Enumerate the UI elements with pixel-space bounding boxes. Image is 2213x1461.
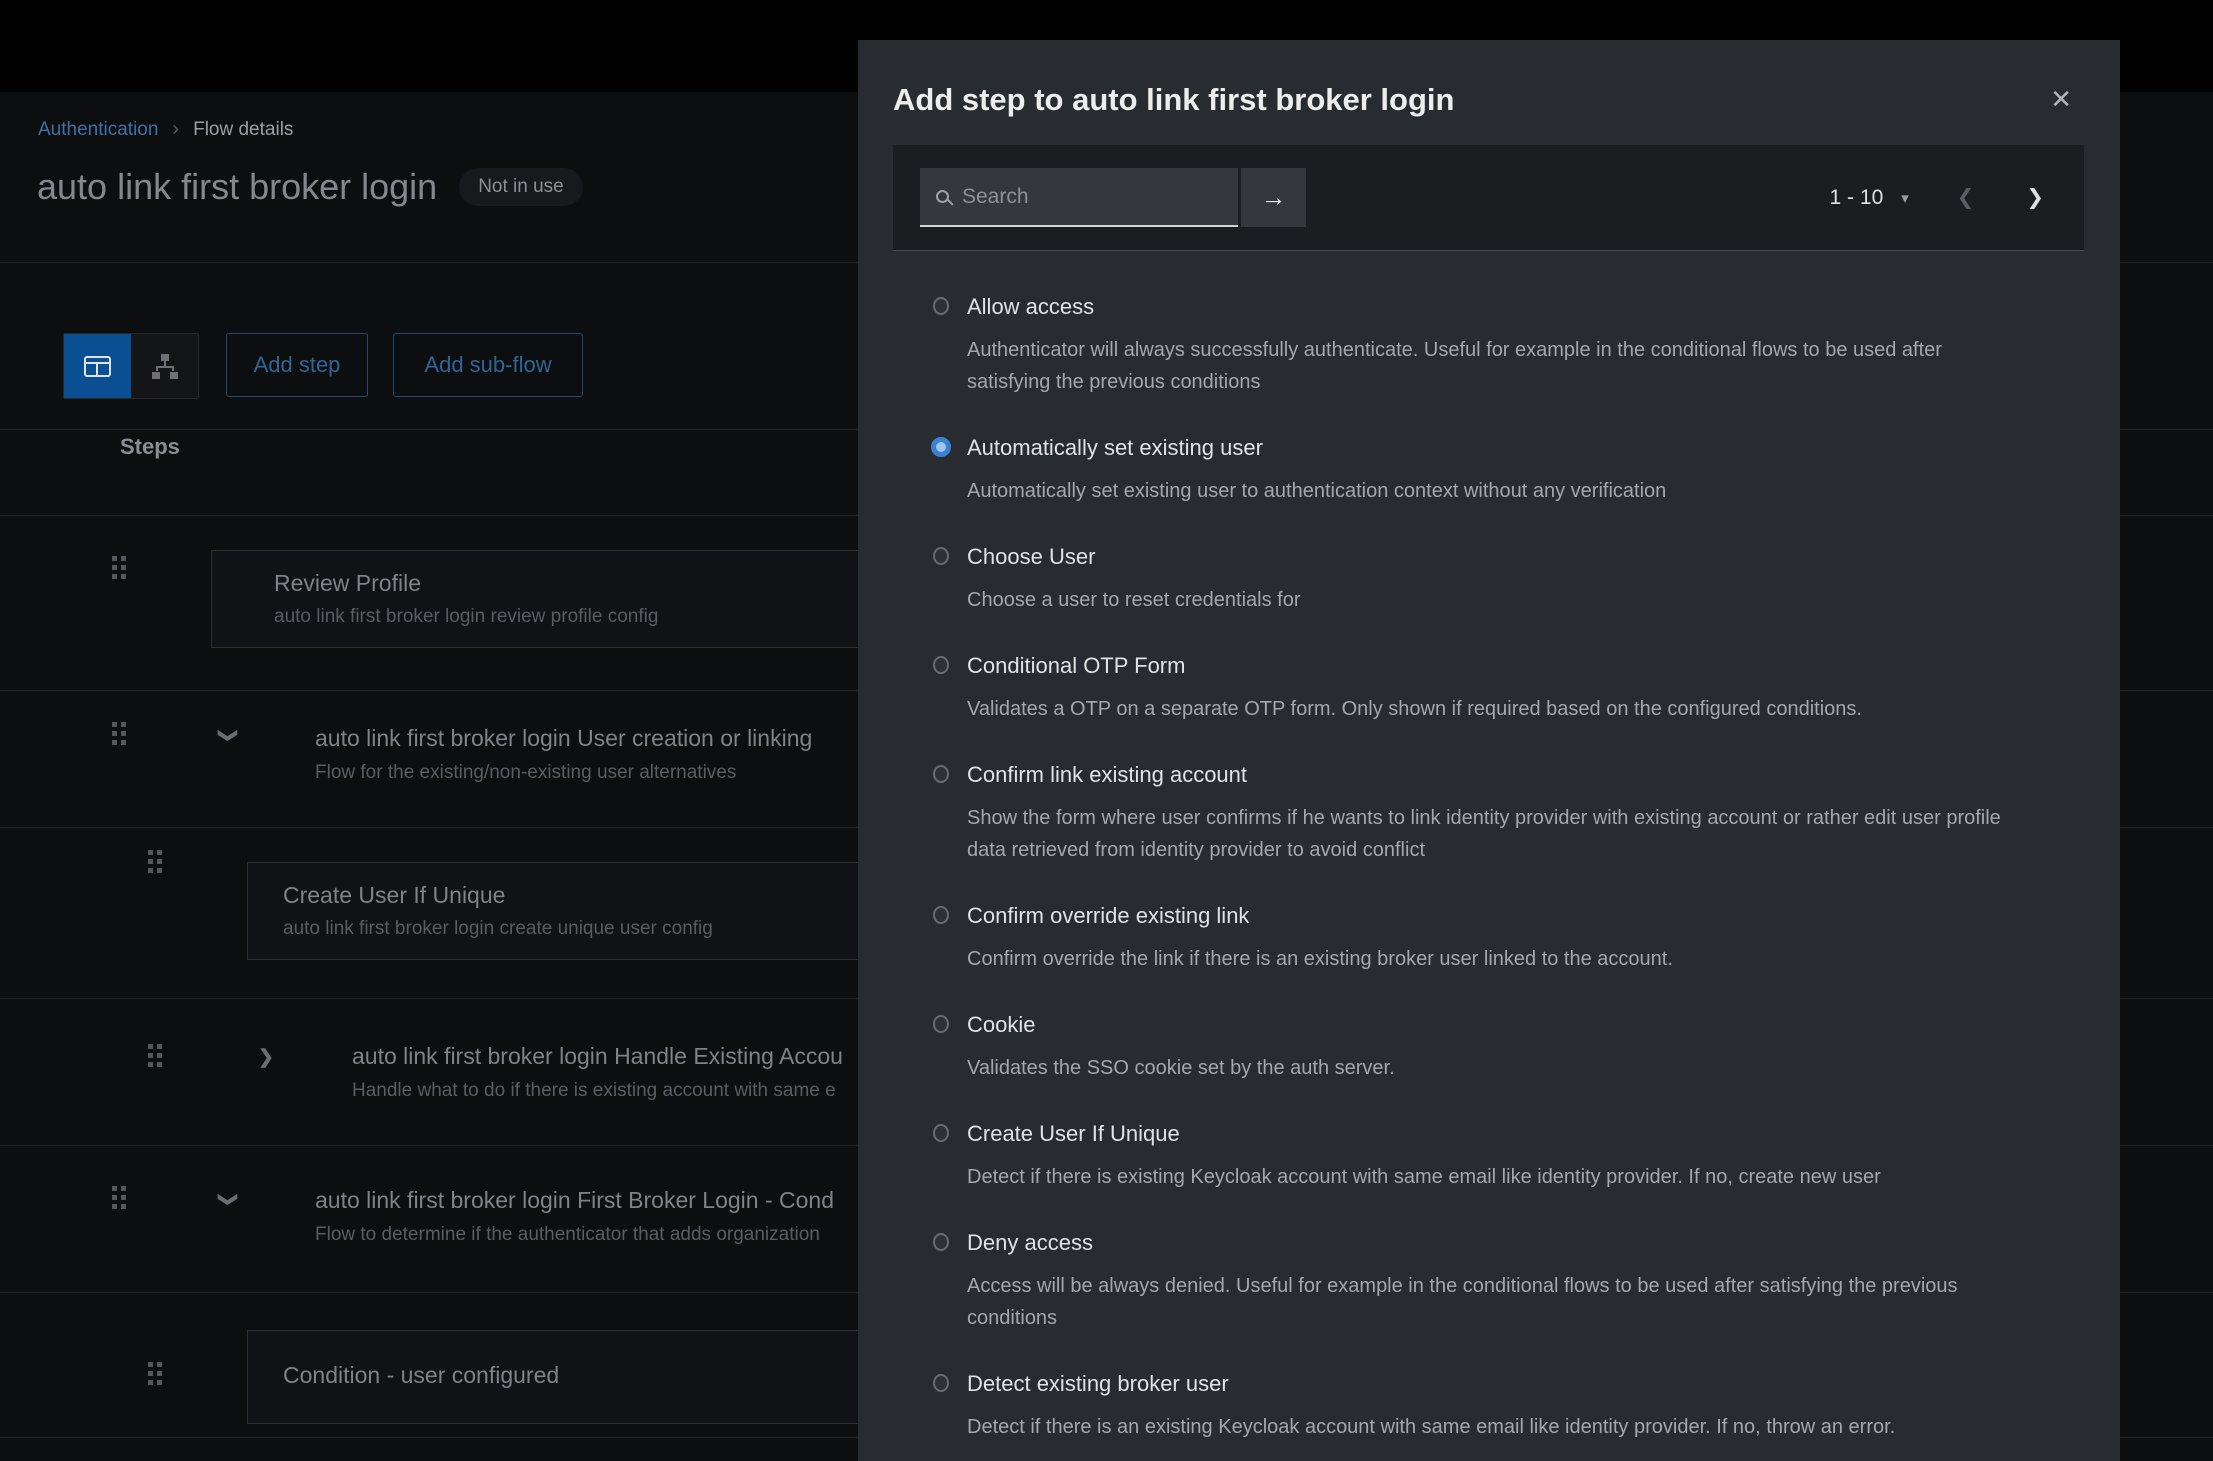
steps-column-header: Steps [120, 434, 180, 460]
radio[interactable] [931, 437, 951, 457]
subflow-title: auto link first broker login First Broke… [315, 1186, 834, 1214]
drag-handle-icon[interactable] [148, 850, 162, 873]
option-cookie[interactable]: Cookie Validates the SSO cookie set by t… [894, 1010, 2084, 1084]
radio[interactable] [933, 1015, 949, 1033]
option-description: Automatically set existing user to authe… [967, 475, 2022, 507]
radio[interactable] [933, 906, 949, 924]
subflow-subtitle: Flow to determine if the authenticator t… [315, 1224, 834, 1246]
page-title-row: auto link first broker login Not in use [37, 166, 583, 208]
table-view-icon [84, 356, 111, 377]
option-description: Validates the SSO cookie set by the auth… [967, 1052, 2022, 1084]
option-label[interactable]: Cookie [967, 1010, 2084, 1040]
subflow-row-user-creation[interactable]: auto link first broker login User creati… [315, 724, 812, 784]
option-create-user-if-unique[interactable]: Create User If Unique Detect if there is… [894, 1119, 2084, 1193]
option-label[interactable]: Deny access [967, 1228, 2084, 1258]
radio[interactable] [933, 297, 949, 315]
chevron-right-icon[interactable]: ❯ [258, 1046, 274, 1069]
page-title: auto link first broker login [37, 166, 437, 208]
option-description: Access will be always denied. Useful for… [967, 1270, 2022, 1334]
search-group: → [920, 168, 1306, 227]
caret-down-icon[interactable]: ▾ [1901, 189, 1909, 207]
modal-toolbar: → 1 - 10 ▾ ❮ ❯ [893, 145, 2084, 251]
option-description: Validates a OTP on a separate OTP form. … [967, 693, 2022, 725]
add-subflow-button[interactable]: Add sub-flow [393, 333, 583, 397]
radio[interactable] [933, 656, 949, 674]
option-label[interactable]: Create User If Unique [967, 1119, 2084, 1149]
option-description: Detect if there is an existing Keycloak … [967, 1411, 2022, 1443]
drag-handle-icon[interactable] [112, 1186, 126, 1209]
option-confirm-override-existing-link[interactable]: Confirm override existing link Confirm o… [894, 901, 2084, 975]
breadcrumb-separator-icon: › [172, 118, 179, 141]
drag-handle-icon[interactable] [112, 556, 126, 579]
radio[interactable] [933, 547, 949, 565]
chevron-down-icon[interactable]: ❯ [216, 728, 239, 744]
option-description: Show the form where user confirms if he … [967, 802, 2022, 866]
option-deny-access[interactable]: Deny access Access will be always denied… [894, 1228, 2084, 1334]
option-description: Confirm override the link if there is an… [967, 943, 2022, 975]
chevron-down-icon[interactable]: ❯ [216, 1192, 239, 1208]
radio[interactable] [933, 1124, 949, 1142]
option-label[interactable]: Confirm link existing account [967, 760, 2084, 790]
option-description: Choose a user to reset credentials for [967, 584, 2022, 616]
breadcrumb-authentication-link[interactable]: Authentication [38, 119, 158, 141]
option-choose-user[interactable]: Choose User Choose a user to reset crede… [894, 542, 2084, 616]
option-label[interactable]: Detect existing broker user [967, 1369, 2084, 1399]
chevron-left-icon[interactable]: ❮ [1957, 185, 1975, 210]
subflow-title: auto link first broker login Handle Exis… [352, 1042, 843, 1070]
radio[interactable] [933, 765, 949, 783]
table-view-toggle[interactable] [64, 334, 131, 398]
diagram-view-toggle[interactable] [131, 334, 198, 398]
add-step-modal: Add step to auto link first broker login… [858, 40, 2120, 1461]
drag-handle-icon[interactable] [148, 1362, 162, 1385]
drag-handle-icon[interactable] [148, 1044, 162, 1067]
diagram-view-icon [152, 354, 178, 379]
breadcrumb-current: Flow details [193, 119, 293, 141]
pagination: 1 - 10 ▾ ❮ ❯ [1830, 145, 2044, 250]
search-icon [936, 190, 949, 203]
drag-handle-icon[interactable] [112, 722, 126, 745]
radio[interactable] [933, 1374, 949, 1392]
add-step-button[interactable]: Add step [226, 333, 368, 397]
option-description: Detect if there is existing Keycloak acc… [967, 1161, 2022, 1193]
modal-title: Add step to auto link first broker login [893, 82, 1454, 118]
option-detect-existing-broker-user[interactable]: Detect existing broker user Detect if th… [894, 1369, 2084, 1443]
subflow-row-first-broker-login[interactable]: auto link first broker login First Broke… [315, 1186, 834, 1246]
search-field[interactable] [920, 168, 1238, 227]
radio[interactable] [933, 1233, 949, 1251]
option-label[interactable]: Automatically set existing user [967, 433, 2084, 463]
chevron-right-icon[interactable]: ❯ [2026, 185, 2044, 210]
option-confirm-link-existing-account[interactable]: Confirm link existing account Show the f… [894, 760, 2084, 866]
status-badge: Not in use [459, 168, 583, 206]
breadcrumb: Authentication › Flow details [38, 118, 293, 141]
search-input[interactable] [962, 185, 1202, 209]
subflow-row-handle-existing-account[interactable]: auto link first broker login Handle Exis… [352, 1042, 843, 1102]
option-automatically-set-existing-user[interactable]: Automatically set existing user Automati… [894, 433, 2084, 507]
view-toggle-group [63, 333, 199, 399]
close-icon[interactable]: ✕ [2050, 84, 2072, 115]
subflow-title: auto link first broker login User creati… [315, 724, 812, 752]
authenticator-option-list: Allow access Authenticator will always s… [894, 252, 2084, 1461]
option-label[interactable]: Conditional OTP Form [967, 651, 2084, 681]
search-submit-button[interactable]: → [1241, 168, 1306, 227]
subflow-subtitle: Handle what to do if there is existing a… [352, 1080, 843, 1102]
keycloak-flow-details-screen: Authentication › Flow details auto link … [0, 0, 2213, 1461]
option-label[interactable]: Allow access [967, 292, 2084, 322]
option-label[interactable]: Confirm override existing link [967, 901, 2084, 931]
subflow-subtitle: Flow for the existing/non-existing user … [315, 762, 812, 784]
option-description: Authenticator will always successfully a… [967, 334, 2022, 398]
option-allow-access[interactable]: Allow access Authenticator will always s… [894, 292, 2084, 398]
option-conditional-otp-form[interactable]: Conditional OTP Form Validates a OTP on … [894, 651, 2084, 725]
option-label[interactable]: Choose User [967, 542, 2084, 572]
pagination-range[interactable]: 1 - 10 [1830, 186, 1884, 210]
